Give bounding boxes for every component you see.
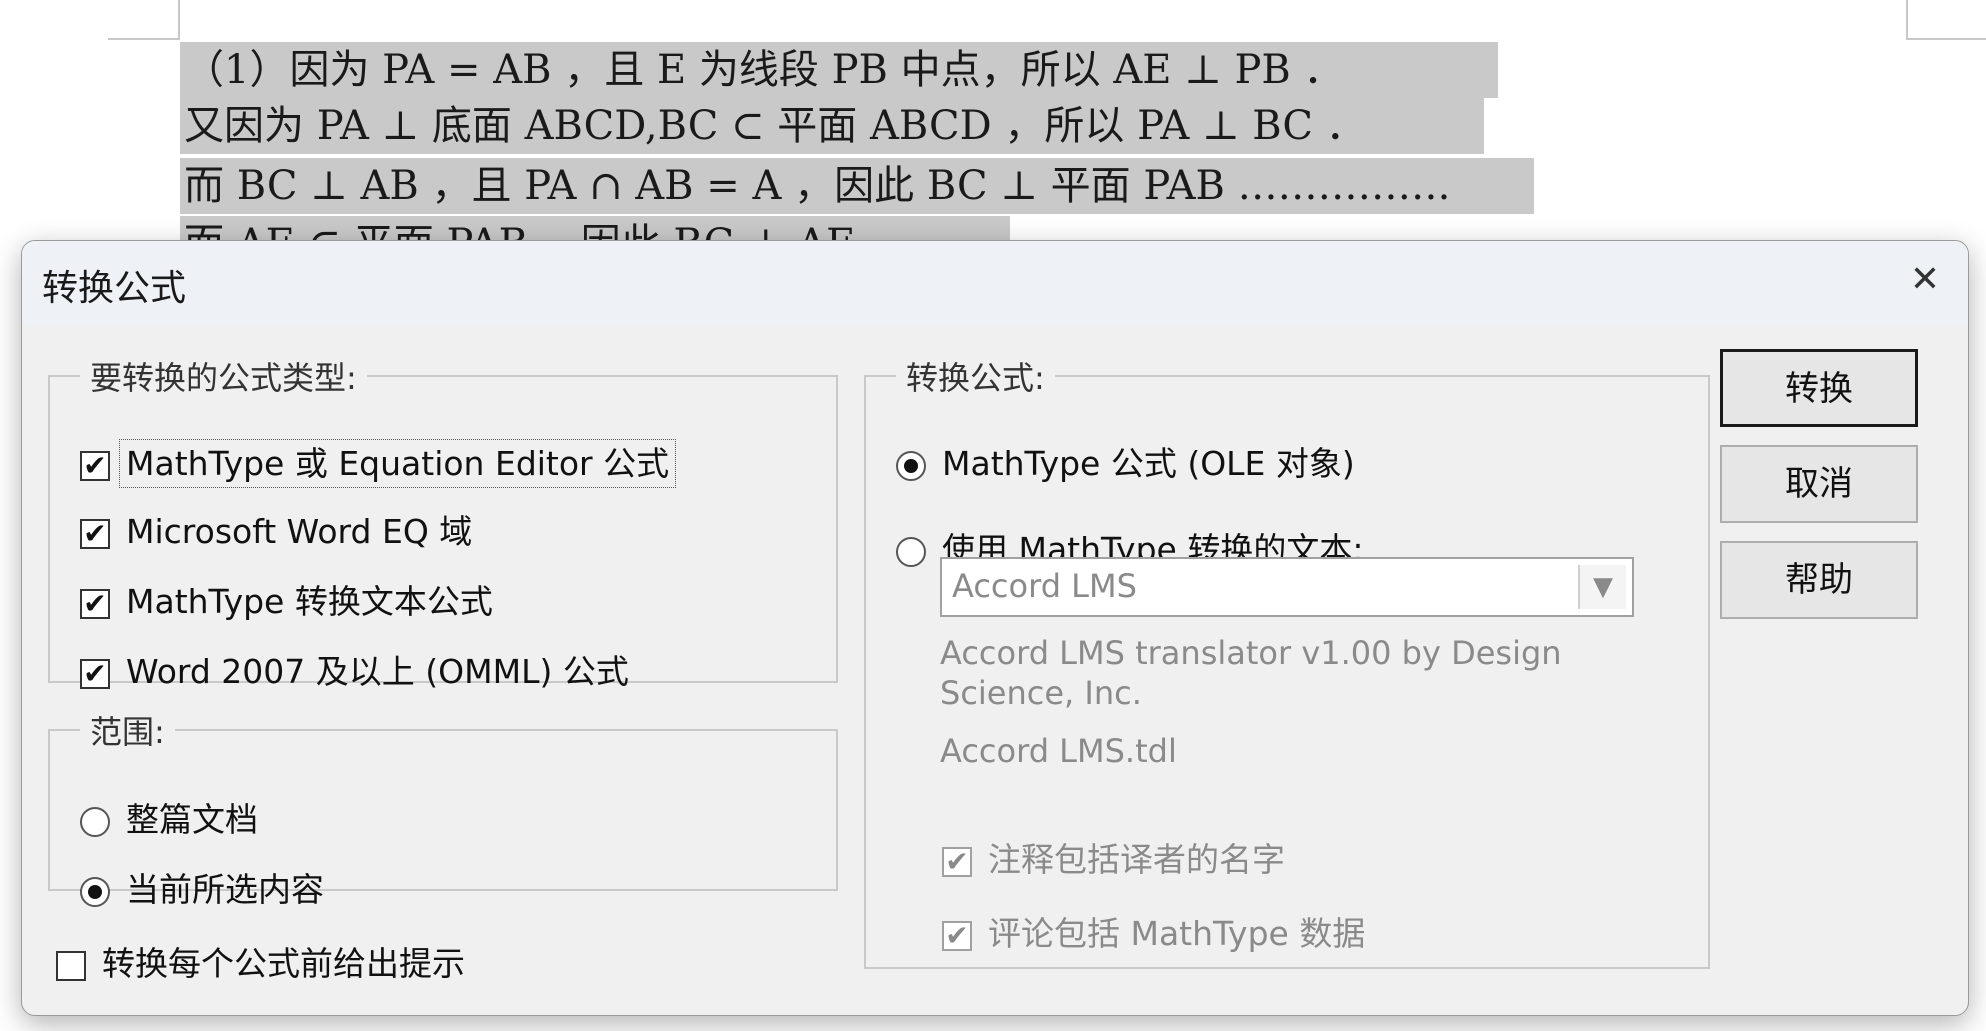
- checkbox-label: Microsoft Word EQ 域: [126, 512, 473, 551]
- close-icon[interactable]: ✕: [1910, 259, 1940, 300]
- checkbox-check-icon[interactable]: ✔: [80, 450, 110, 481]
- checkbox-omml[interactable]: ✔ Word 2007 及以上 (OMML) 公式: [80, 645, 629, 693]
- radio-whole-document[interactable]: 整篇文档: [80, 793, 258, 841]
- doc-line-3: 而 BC ⊥ AB ，且 PA ∩ AB = A ，因此 BC ⊥ 平面 PAB…: [180, 158, 1534, 214]
- checkbox-label: MathType 转换文本公式: [126, 582, 493, 621]
- radio-label: 整篇文档: [126, 800, 258, 839]
- convert-button[interactable]: 转换: [1720, 349, 1918, 427]
- radio-icon[interactable]: [80, 876, 110, 907]
- checkbox-label: 评论包括 MathType 数据: [988, 914, 1366, 953]
- checkbox-check-icon[interactable]: ✔: [80, 518, 110, 549]
- checkbox-prompt-before-each[interactable]: 转换每个公式前给出提示: [56, 937, 465, 985]
- checkbox-check-icon[interactable]: ✔: [942, 920, 972, 951]
- dialog-titlebar[interactable]: 转换公式 ✕: [22, 241, 1968, 325]
- translator-file: Accord LMS.tdl: [940, 732, 1177, 770]
- checkbox-mathtype-equation-editor[interactable]: ✔ MathType 或 Equation Editor 公式: [80, 437, 677, 488]
- translator-select[interactable]: Accord LMS ▼: [940, 557, 1634, 617]
- radio-label: MathType 公式 (OLE 对象): [942, 444, 1355, 483]
- range-legend: 范围:: [90, 713, 165, 751]
- radio-selected-dot: [904, 458, 918, 473]
- radio-icon[interactable]: [896, 536, 926, 567]
- checkbox-label: 注释包括译者的名字: [988, 840, 1285, 879]
- equation-types-legend: 要转换的公式类型:: [90, 359, 357, 397]
- convert-equations-dialog: 转换公式 ✕ 要转换的公式类型: ✔ MathType 或 Equation Ed…: [21, 240, 1969, 1016]
- radio-icon[interactable]: [80, 806, 110, 837]
- radio-mathtype-ole[interactable]: MathType 公式 (OLE 对象): [896, 437, 1355, 485]
- range-group: 范围: 整篇文档 当前所选内容: [48, 707, 838, 909]
- equation-types-group: 要转换的公式类型: ✔ MathType 或 Equation Editor 公式…: [48, 353, 838, 691]
- checkbox-icon[interactable]: [56, 950, 86, 981]
- doc-line-1: （1）因为 PA = AB ，且 E 为线段 PB 中点，所以 AE ⊥ PB …: [180, 42, 1498, 98]
- radio-icon[interactable]: [896, 450, 926, 481]
- crop-mark: [178, 0, 180, 40]
- translator-select-value: Accord LMS: [952, 567, 1137, 605]
- chevron-down-icon[interactable]: ▼: [1578, 565, 1626, 609]
- radio-current-selection[interactable]: 当前所选内容: [80, 863, 324, 911]
- crop-mark: [1906, 0, 1908, 40]
- checkbox-include-translator-name[interactable]: ✔ 注释包括译者的名字: [942, 833, 1285, 881]
- radio-selected-dot: [88, 884, 102, 899]
- checkbox-label: MathType 或 Equation Editor 公式: [119, 439, 677, 488]
- checkbox-label: Word 2007 及以上 (OMML) 公式: [126, 652, 629, 691]
- crop-mark: [108, 38, 180, 40]
- checkbox-check-icon[interactable]: ✔: [942, 846, 972, 877]
- checkbox-check-icon[interactable]: ✔: [80, 658, 110, 689]
- checkbox-check-icon[interactable]: ✔: [80, 588, 110, 619]
- radio-label: 当前所选内容: [126, 870, 324, 909]
- checkbox-include-mathtype-data[interactable]: ✔ 评论包括 MathType 数据: [942, 907, 1365, 955]
- convert-to-legend: 转换公式:: [906, 359, 1045, 397]
- help-button[interactable]: 帮助: [1720, 541, 1918, 619]
- checkbox-mathtype-text[interactable]: ✔ MathType 转换文本公式: [80, 575, 493, 623]
- checkbox-label: 转换每个公式前给出提示: [102, 944, 465, 983]
- checkbox-word-eq-field[interactable]: ✔ Microsoft Word EQ 域: [80, 505, 472, 553]
- dialog-title: 转换公式: [42, 268, 187, 309]
- crop-mark: [1906, 38, 1986, 40]
- doc-line-2: 又因为 PA ⊥ 底面 ABCD,BC ⊂ 平面 ABCD ，所以 PA ⊥ B…: [180, 98, 1484, 154]
- cancel-button[interactable]: 取消: [1720, 445, 1918, 523]
- translator-description: Accord LMS translator v1.00 by Design Sc…: [940, 634, 1562, 712]
- document-area: （1）因为 PA = AB ，且 E 为线段 PB 中点，所以 AE ⊥ PB …: [0, 0, 1986, 272]
